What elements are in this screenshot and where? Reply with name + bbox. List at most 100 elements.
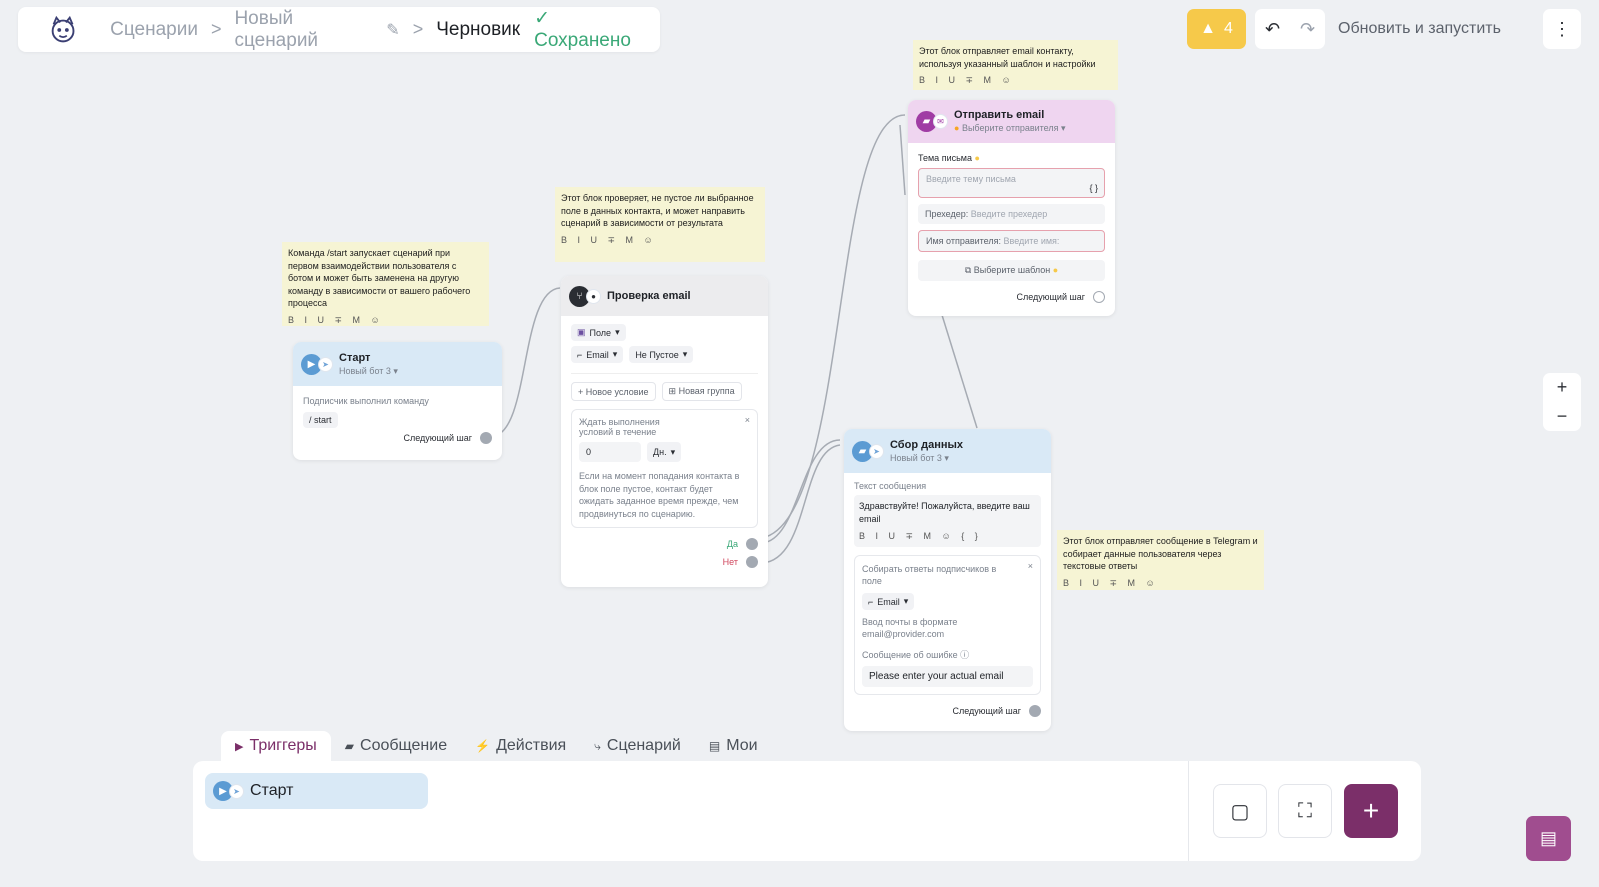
preheader-input[interactable]: Прехедер: Введите прехедер [918, 204, 1105, 224]
zoom-in-icon[interactable]: + [1557, 377, 1568, 398]
undo-icon[interactable]: ↶ [1265, 19, 1280, 40]
no-handle[interactable] [746, 556, 758, 568]
note-check[interactable]: Этот блок проверяет, не пустое ли выбран… [555, 187, 765, 262]
bot-select[interactable]: Новый бот 3 ▾ [339, 366, 398, 377]
tab-mine[interactable]: ▤ Мои [695, 731, 772, 761]
info-icon[interactable]: ⓘ [960, 650, 969, 660]
expand-icon: ⛶ [1298, 799, 1312, 822]
message-format-toolbar[interactable]: B I U ∓ M ☺ { } [859, 531, 1036, 542]
breadcrumb-new-scenario[interactable]: Новый сценарий [234, 8, 374, 52]
status-saved: ✓ Сохранено [534, 7, 646, 52]
plus-icon: + [1362, 795, 1380, 826]
node-header: ▰ ➤ Сбор данных Новый бот 3 ▾ [844, 429, 1051, 473]
mascot-logo-icon[interactable] [46, 12, 80, 48]
breadcrumb-scenarios[interactable]: Сценарии [110, 19, 198, 41]
breadcrumb-separator-icon: > [210, 19, 222, 39]
condition-select[interactable]: Не Пустое ▾ [629, 346, 694, 363]
tab-message[interactable]: ▰ Сообщение [331, 731, 461, 761]
new-condition-button[interactable]: + Новое условие [571, 382, 656, 401]
zoom-out-icon[interactable]: − [1557, 406, 1568, 427]
comment-button[interactable]: ▢ [1213, 784, 1267, 838]
bot-select[interactable]: Новый бот 3 ▾ [890, 453, 963, 464]
wait-value-input[interactable]: 0 [579, 442, 641, 462]
node-collect-data[interactable]: ▰ ➤ Сбор данных Новый бот 3 ▾ Текст сооб… [844, 429, 1051, 731]
sender-select[interactable]: ● Выберите отправителя ▾ [954, 123, 1066, 134]
command-tag[interactable]: / start [303, 412, 338, 428]
more-menu-icon[interactable]: ⋮ [1543, 9, 1581, 49]
update-and-run-button[interactable]: Обновить и запустить [1338, 9, 1501, 49]
next-step-label: Следующий шаг [403, 433, 472, 443]
input-hint: Ввод почты в формате email@provider.com [862, 617, 958, 639]
yes-handle[interactable] [746, 538, 758, 550]
telegram-icon: ➤ [318, 356, 333, 372]
next-step-handle[interactable] [1029, 705, 1041, 717]
zoom-controls: + − [1543, 373, 1581, 431]
close-icon[interactable]: × [1028, 561, 1033, 571]
pencil-icon[interactable]: ✎ [386, 20, 399, 40]
start-block-item[interactable]: ▶ ➤ Старт [205, 773, 428, 809]
sender-name-input[interactable]: Имя отправителя: Введите имя: [918, 230, 1105, 252]
note-text: Команда /start запускает сценарий при пе… [288, 248, 471, 308]
tab-actions[interactable]: ⚡ Действия [461, 731, 580, 761]
telegram-icon: ➤ [229, 783, 244, 799]
select-template-button[interactable]: ⧉ Выберите шаблон ● [918, 260, 1105, 281]
check-icon: ✓ [534, 8, 551, 29]
undo-redo-group: ↶ ↷ [1255, 9, 1325, 49]
node-header: ⑂ ● Проверка email [561, 276, 768, 316]
message-text: Здравствуйте! Пожалуйста, введите ваш em… [859, 501, 1030, 524]
save-icon: ▤ [708, 739, 721, 753]
redo-icon[interactable]: ↷ [1300, 19, 1315, 40]
field-select[interactable]: ⌐ Email ▾ [571, 346, 624, 363]
field-type-select[interactable]: ▣ Поле ▾ [571, 324, 626, 341]
note-text: Этот блок отправляет сообщение в Telegra… [1063, 536, 1258, 571]
node-title: Отправить email [954, 109, 1045, 121]
warnings-count: 4 [1223, 20, 1233, 37]
chat-icon: ▤ [1539, 828, 1557, 848]
fullscreen-button[interactable]: ⛶ [1278, 784, 1332, 838]
error-label: Сообщение об ошибке ⓘ [862, 650, 970, 660]
top-bar: Сценарии > Новый сценарий ✎ > Черновик ✓… [18, 7, 660, 52]
subject-input[interactable]: Введите тему письма { } [918, 168, 1105, 198]
collect-field-select[interactable]: ⌐ Email ▾ [862, 593, 915, 610]
warnings-button[interactable]: ▲ 4 [1187, 9, 1246, 49]
node-start[interactable]: ▶ ➤ Старт Новый бот 3 ▾ Подписчик выполн… [293, 342, 502, 460]
saved-label: Сохранено [534, 30, 631, 51]
trigger-label: Подписчик выполнил команду [303, 396, 429, 406]
collect-box: × Собирать ответы подписчиков в поле ⌐ E… [854, 555, 1041, 695]
node-header: ▶ ➤ Старт Новый бот 3 ▾ [293, 342, 502, 386]
note-format-toolbar[interactable]: B I U ∓ M ☺ [1063, 577, 1258, 590]
branch-icon: ⤷ [594, 738, 601, 753]
note-format-toolbar[interactable]: B I U ∓ M ☺ [288, 314, 483, 327]
note-format-toolbar[interactable]: B I U ∓ M ☺ [561, 234, 759, 247]
comment-icon: ▢ [1230, 800, 1250, 823]
close-icon[interactable]: × [745, 415, 750, 425]
note-start[interactable]: Команда /start запускает сценарий при пе… [282, 242, 489, 326]
support-chat-button[interactable]: ▤ [1526, 816, 1571, 861]
telegram-icon: ➤ [869, 443, 884, 459]
next-step-handle[interactable] [480, 432, 492, 444]
node-send-email[interactable]: ▰ ✉ Отправить email ● Выберите отправите… [908, 100, 1115, 316]
wait-label: Ждать выполнения условий в течение [579, 417, 660, 437]
note-email[interactable]: Этот блок отправляет email контакту, исп… [913, 40, 1118, 90]
status-draft: Черновик [436, 18, 521, 40]
tab-triggers[interactable]: ▶ Триггеры [221, 731, 331, 761]
node-check-email[interactable]: ⑂ ● Проверка email ▣ Поле ▾ ⌐ Email ▾ Не … [561, 276, 768, 587]
next-step-label: Следующий шаг [1016, 292, 1085, 302]
message-editor[interactable]: Здравствуйте! Пожалуйста, введите ваш em… [854, 495, 1041, 547]
node-title: Старт [339, 351, 371, 364]
tab-scenario[interactable]: ⤷ Сценарий [580, 731, 695, 761]
next-step-handle[interactable] [1093, 291, 1105, 303]
note-collect[interactable]: Этот блок отправляет сообщение в Telegra… [1057, 530, 1264, 590]
note-text: Этот блок отправляет email контакту, исп… [919, 46, 1096, 69]
wait-unit-select[interactable]: Дн. ▾ [647, 442, 682, 462]
settings-icon: ● [586, 288, 601, 304]
error-message-input[interactable]: Please enter your actual email [862, 666, 1033, 687]
warning-dot-icon: ● [1052, 265, 1059, 275]
new-group-button[interactable]: ⊞ Новая группа [661, 382, 742, 401]
add-block-button[interactable]: + [1344, 784, 1398, 838]
play-icon: ▶ [235, 740, 244, 753]
note-format-toolbar[interactable]: B I U ∓ M ☺ [919, 74, 1112, 87]
no-label: Нет [722, 557, 738, 567]
breadcrumb-separator-icon: > [412, 19, 424, 39]
variables-icon[interactable]: { } [1089, 183, 1098, 193]
